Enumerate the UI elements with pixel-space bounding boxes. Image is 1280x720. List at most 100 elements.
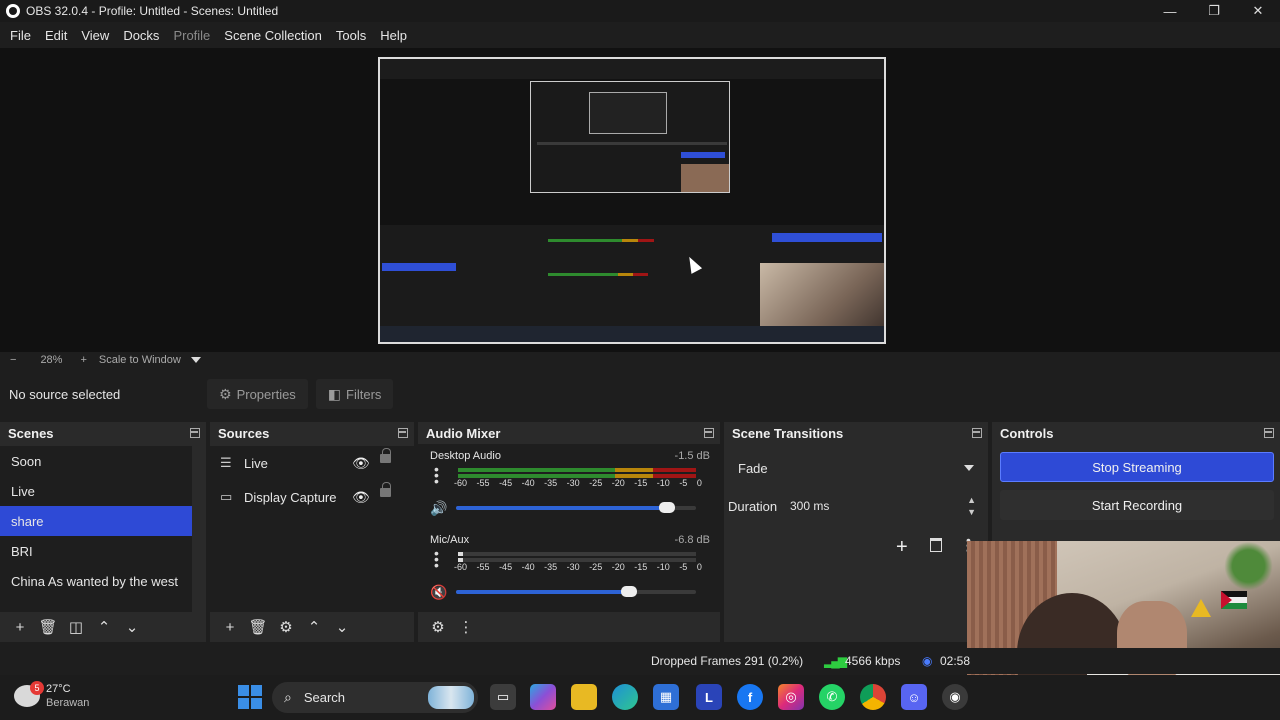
source-settings-icon[interactable]: ⚙ xyxy=(272,618,300,636)
source-item-display-capture[interactable]: ▭ Display Capture 👁 xyxy=(210,480,414,514)
lock-icon[interactable] xyxy=(380,448,391,463)
menu-help[interactable]: Help xyxy=(374,28,413,43)
visibility-eye-icon[interactable]: 👁 xyxy=(352,455,370,472)
more-vertical-icon[interactable]: ⋮ xyxy=(452,618,480,636)
discord-icon[interactable]: ☺ xyxy=(901,684,927,710)
visibility-eye-icon[interactable]: 👁 xyxy=(352,489,370,506)
chevron-down-icon[interactable] xyxy=(190,357,201,363)
scene-filters-icon[interactable]: ◫ xyxy=(62,618,90,636)
search-label: Search xyxy=(303,690,346,705)
stop-streaming-button[interactable]: Stop Streaming xyxy=(1000,452,1274,482)
zoom-in-button[interactable]: + xyxy=(80,354,86,366)
volume-slider-handle[interactable] xyxy=(620,586,637,597)
weather-widget[interactable]: 5 27°C Berawan xyxy=(14,681,89,710)
zoom-bar: − 28% + Scale to Window xyxy=(0,352,1280,368)
tick: -35 xyxy=(544,478,558,488)
preview-nested-divider xyxy=(537,142,727,145)
file-explorer-icon[interactable]: ▭ xyxy=(490,684,516,710)
edge-icon[interactable] xyxy=(612,684,638,710)
undock-icon[interactable] xyxy=(972,428,982,438)
volume-slider[interactable] xyxy=(456,502,696,513)
duration-input[interactable]: 300 ms ▲ ▼ xyxy=(782,492,982,520)
menu-docks[interactable]: Docks xyxy=(117,28,165,43)
tick: -55 xyxy=(476,562,490,572)
volume-slider-handle[interactable] xyxy=(659,502,676,513)
add-source-icon[interactable]: + xyxy=(216,619,244,636)
taskbar-search[interactable]: ⌕ Search xyxy=(272,682,478,713)
audio-mixer-header: Audio Mixer xyxy=(418,422,720,444)
more-vertical-icon[interactable]: ••• xyxy=(434,462,439,488)
minimize-button[interactable]: — xyxy=(1148,0,1192,22)
add-scene-icon[interactable]: + xyxy=(6,619,34,636)
undock-icon[interactable] xyxy=(1264,428,1274,438)
advanced-audio-gear-icon[interactable]: ⚙ xyxy=(424,618,452,636)
notification-badge: 5 xyxy=(30,681,44,695)
source-item-live[interactable]: ☰ Live 👁 xyxy=(210,446,414,480)
instagram-icon[interactable]: ◎ xyxy=(778,684,804,710)
scene-item-china[interactable]: China As wanted by the west xyxy=(0,566,192,596)
scene-item-bri[interactable]: BRI xyxy=(0,536,192,566)
menu-scene-collection[interactable]: Scene Collection xyxy=(218,28,328,43)
preview-nested-menubar xyxy=(380,59,884,79)
volume-slider[interactable] xyxy=(456,586,696,597)
mixer-channel-desktop: Desktop Audio -1.5 dB • • • -60 -55 -45 -4… xyxy=(418,444,720,528)
move-down-icon[interactable]: ⌄ xyxy=(118,618,146,636)
trash-icon[interactable] xyxy=(930,538,942,552)
menu-view[interactable]: View xyxy=(75,28,115,43)
undock-icon[interactable] xyxy=(398,428,408,438)
close-button[interactable]: ✕ xyxy=(1236,0,1280,22)
undock-icon[interactable] xyxy=(704,428,714,438)
scene-item-live[interactable]: Live xyxy=(0,476,192,506)
gear-icon: ⚙ xyxy=(219,385,232,402)
scale-mode[interactable]: Scale to Window xyxy=(99,354,181,366)
more-vertical-icon[interactable]: ••• xyxy=(434,546,439,572)
obs-taskbar-icon[interactable]: ◉ xyxy=(942,684,968,710)
duration-label: Duration xyxy=(728,499,778,514)
preview-nested-meter xyxy=(548,273,648,276)
muted-speaker-icon[interactable]: 🔇 xyxy=(430,584,447,601)
preview-area[interactable] xyxy=(0,48,1280,352)
menu-profile[interactable]: Profile xyxy=(167,28,216,43)
windows-start-icon[interactable] xyxy=(238,685,262,709)
preview-nested-button xyxy=(681,152,725,158)
program-preview[interactable] xyxy=(378,57,886,344)
undock-icon[interactable] xyxy=(190,428,200,438)
spin-arrows-icon[interactable]: ▲ ▼ xyxy=(967,494,976,518)
remove-source-icon[interactable]: 🗑 xyxy=(244,618,272,636)
scenes-list: Soon Live share BRI China As wanted by t… xyxy=(0,446,192,612)
move-up-icon[interactable]: ⌃ xyxy=(300,618,328,636)
source-label: Display Capture xyxy=(244,489,337,505)
stream-time: 02:58 xyxy=(940,654,971,668)
add-transition-icon[interactable]: + xyxy=(896,536,908,559)
m365-icon[interactable] xyxy=(530,684,556,710)
facebook-icon[interactable]: f xyxy=(737,684,763,710)
start-recording-button[interactable]: Start Recording xyxy=(1000,490,1274,520)
lock-icon[interactable] xyxy=(380,482,391,497)
filters-button[interactable]: ◧ Filters xyxy=(315,379,394,409)
speaker-icon[interactable]: 🔊 xyxy=(430,500,447,517)
menu-file[interactable]: File xyxy=(4,28,37,43)
transition-value: Fade xyxy=(738,460,768,476)
folder-icon[interactable] xyxy=(571,684,597,710)
move-up-icon[interactable]: ⌃ xyxy=(90,618,118,636)
remove-scene-icon[interactable]: 🗑 xyxy=(34,618,62,636)
menu-tools[interactable]: Tools xyxy=(330,28,372,43)
status-bar: Dropped Frames 291 (0.2%) ▂▄▆ 4566 kbps … xyxy=(0,648,1280,674)
store-icon[interactable]: ▦ xyxy=(653,684,679,710)
transition-select[interactable]: Fade xyxy=(730,454,982,482)
scene-item-share[interactable]: share xyxy=(0,506,192,536)
obs-logo-icon xyxy=(6,4,20,18)
scene-item-soon[interactable]: Soon xyxy=(0,446,192,476)
scene-transitions-header: Scene Transitions xyxy=(724,422,988,444)
scenes-dock: Scenes Soon Live share BRI China As want… xyxy=(0,422,206,642)
signal-bars-icon: ▂▄▆ xyxy=(824,654,847,668)
chrome-icon[interactable] xyxy=(860,684,886,710)
l-app-icon[interactable]: L xyxy=(696,684,722,710)
menu-edit[interactable]: Edit xyxy=(39,28,73,43)
whatsapp-icon[interactable]: ✆ xyxy=(819,684,845,710)
properties-button[interactable]: ⚙ Properties xyxy=(207,379,308,409)
zoom-out-button[interactable]: − xyxy=(10,354,16,366)
move-down-icon[interactable]: ⌄ xyxy=(328,618,356,636)
tick: -20 xyxy=(611,478,625,488)
restore-button[interactable]: ❐ xyxy=(1192,0,1236,22)
